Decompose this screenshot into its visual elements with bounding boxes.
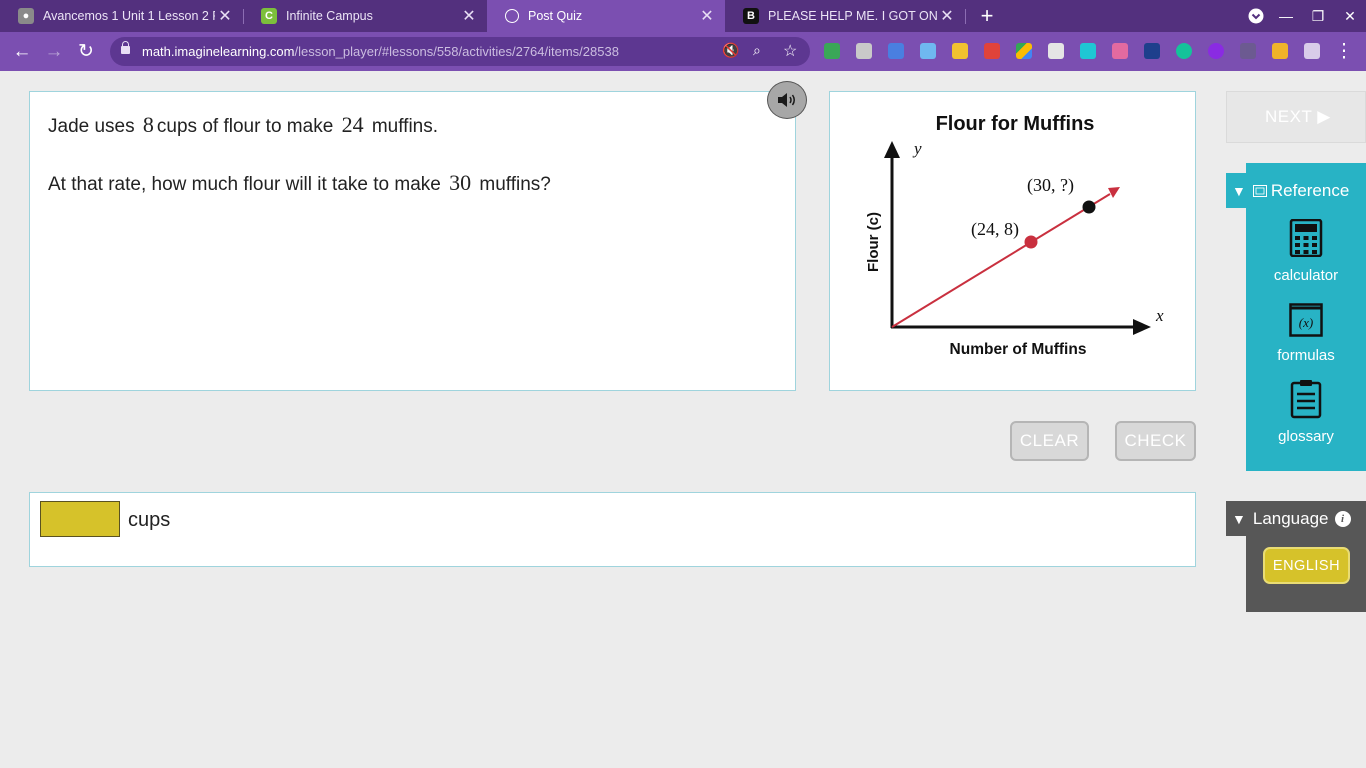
svg-text:(x): (x)	[1299, 315, 1313, 330]
answer-panel: cups	[29, 492, 1196, 567]
answer-unit: cups	[128, 509, 171, 531]
browser-tab-bar: ● Avancemos 1 Unit 1 Lesson 2 Re ✕ C Inf…	[0, 0, 1366, 32]
point-30-unknown	[1082, 200, 1096, 214]
point-24-8-label: (24, 8)	[971, 219, 1019, 240]
next-button[interactable]: NEXT ▶	[1226, 91, 1366, 143]
info-icon[interactable]: i	[1334, 510, 1351, 527]
question-line-2: At that rate, how much flour will it tak…	[48, 170, 551, 195]
y-axis-label: Flour (c)	[865, 212, 882, 272]
book-icon[interactable]	[984, 43, 1000, 59]
close-window-icon[interactable]: ✕	[1334, 0, 1366, 32]
language-header[interactable]: ▼ Language i	[1226, 501, 1366, 536]
line-arrow	[1108, 187, 1120, 198]
formulas-tool[interactable]: (x) formulas	[1246, 303, 1366, 365]
more-menu-icon[interactable]: ⋮	[1331, 39, 1357, 65]
reference-icon	[1252, 184, 1267, 197]
glossary-tool[interactable]: glossary	[1246, 379, 1366, 445]
x-axis-label: Number of Muffins	[950, 341, 1087, 358]
graph-title: Flour for Muffins	[936, 113, 1095, 135]
y-axis-arrow	[884, 141, 900, 158]
zoom-icon[interactable]: ⌕	[753, 42, 761, 59]
reload-icon[interactable]: ↻	[73, 39, 99, 65]
point-30-unknown-label: (30, ?)	[1027, 175, 1074, 196]
back-icon[interactable]: ←	[9, 39, 35, 65]
y-axis-variable: y	[912, 139, 922, 158]
audio-button[interactable]	[767, 81, 807, 119]
edpuzzle-icon[interactable]	[1080, 43, 1096, 59]
address-bar[interactable]: math.imaginelearning.com/lesson_player/#…	[110, 37, 810, 66]
close-tab-icon[interactable]: ✕	[215, 6, 235, 26]
tab-search-button[interactable]	[1240, 0, 1272, 32]
notion-icon[interactable]	[1272, 43, 1288, 59]
tab-avancemos[interactable]: ● Avancemos 1 Unit 1 Lesson 2 Re ✕	[0, 0, 243, 32]
clear-button[interactable]: CLEAR	[1010, 421, 1089, 461]
extension-icon[interactable]	[856, 43, 872, 59]
question-line-1: Jade uses 8 cups of flour to make 24 muff…	[48, 112, 439, 137]
reference-header[interactable]: ▼ Reference	[1226, 173, 1366, 208]
lock-icon	[121, 41, 130, 54]
moon-icon[interactable]	[1208, 43, 1224, 59]
restore-icon[interactable]: ❐	[1302, 0, 1334, 32]
question-panel: Jade uses 8 cups of flour to make 24 muff…	[29, 91, 796, 391]
sound-muted-icon[interactable]: 🔇	[722, 42, 739, 59]
x-axis-arrow	[1133, 319, 1151, 335]
close-tab-icon[interactable]: ✕	[937, 6, 957, 26]
collapse-triangle-icon: ▼	[1232, 510, 1246, 527]
send-icon[interactable]	[920, 43, 936, 59]
close-tab-icon[interactable]: ✕	[459, 6, 479, 26]
tab-infinite-campus[interactable]: C Infinite Campus ✕	[243, 0, 487, 32]
graph-figure: Flour for Muffins y x Number of Muffins …	[865, 113, 1164, 358]
kami-icon[interactable]	[1144, 43, 1160, 59]
video-icon[interactable]	[1112, 43, 1128, 59]
globe-icon	[505, 9, 519, 23]
grammarly-icon[interactable]	[1176, 43, 1192, 59]
url-path: /lesson_player/#lessons/558/activities/2…	[294, 44, 619, 59]
formulas-icon: (x)	[1289, 303, 1323, 337]
answer-input[interactable]	[40, 501, 120, 537]
calculator-tool[interactable]: calculator	[1246, 219, 1366, 285]
minimize-icon[interactable]: —	[1270, 0, 1302, 32]
tab-post-quiz[interactable]: Post Quiz ✕	[487, 0, 725, 32]
url-host: math.imaginelearning.com	[142, 44, 295, 59]
speaker-icon	[778, 93, 795, 107]
x-axis-variable: x	[1155, 306, 1164, 325]
classroom-icon[interactable]	[824, 43, 840, 59]
classroom-icon: ●	[18, 8, 34, 24]
calendar-icon[interactable]	[888, 43, 904, 59]
language-english-button[interactable]: ENGLISH	[1263, 547, 1350, 584]
calculator-icon	[1289, 219, 1323, 257]
forward-icon[interactable]: →	[41, 39, 67, 65]
clipboard-icon	[1290, 380, 1322, 419]
music-icon[interactable]	[952, 43, 968, 59]
tab-brainly[interactable]: B PLEASE HELP ME. I GOT ONE QU ✕	[725, 0, 965, 32]
close-tab-icon[interactable]: ✕	[697, 6, 717, 26]
point-24-8	[1024, 235, 1038, 249]
drive-icon[interactable]	[1016, 43, 1032, 59]
collapse-triangle-icon: ▼	[1232, 182, 1246, 199]
screen-icon[interactable]	[1240, 43, 1256, 59]
proportion-line	[891, 193, 1111, 328]
browser-toolbar: ← → ↻ math.imaginelearning.com/lesson_pl…	[0, 32, 1366, 71]
puzzle-icon[interactable]	[1304, 43, 1320, 59]
check-button[interactable]: CHECK	[1115, 421, 1196, 461]
brainly-icon: B	[743, 8, 759, 24]
window-icon[interactable]	[1048, 43, 1064, 59]
infinite-campus-icon: C	[261, 8, 277, 24]
new-tab-button[interactable]: +	[976, 3, 998, 29]
graph-panel: Flour for Muffins y x Number of Muffins …	[829, 91, 1196, 391]
bookmark-star-icon[interactable]: ☆	[783, 41, 797, 61]
